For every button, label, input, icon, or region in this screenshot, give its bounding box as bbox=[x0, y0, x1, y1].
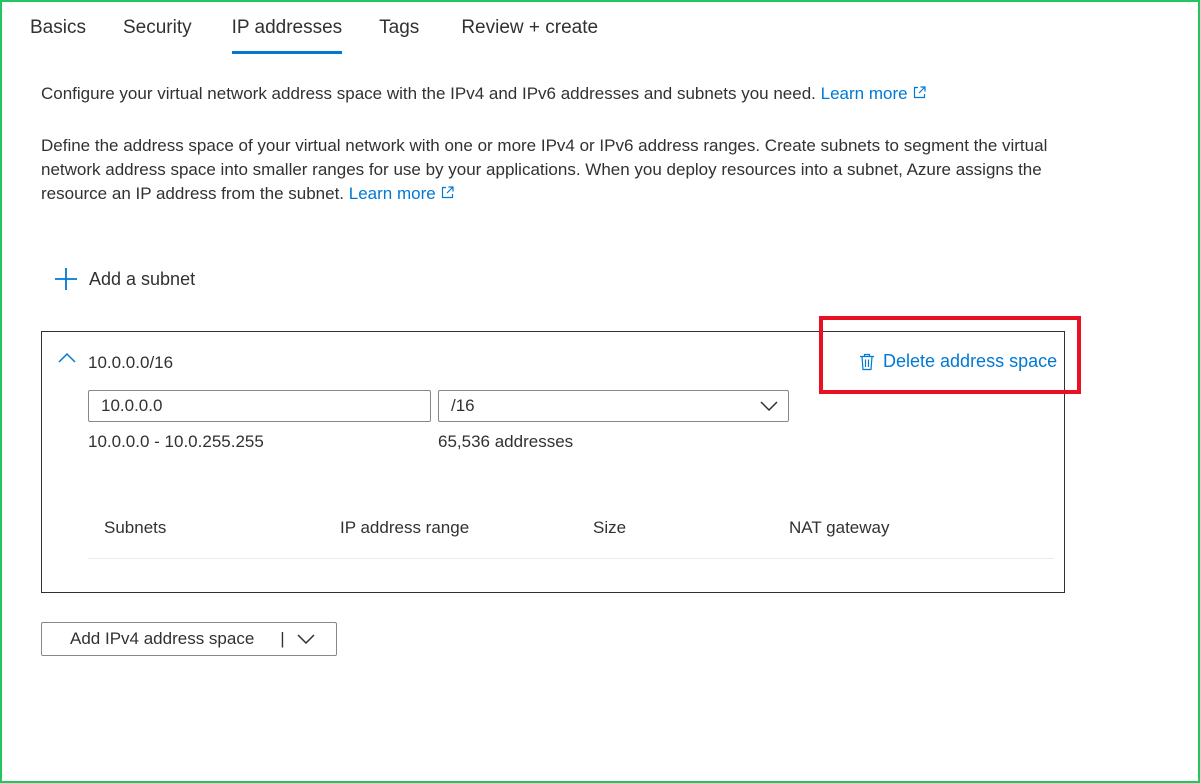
column-header-size: Size bbox=[593, 518, 627, 537]
chevron-down-icon[interactable] bbox=[297, 634, 315, 644]
description-learn-more-label: Learn more bbox=[348, 184, 436, 203]
external-link-icon bbox=[441, 186, 454, 199]
trash-icon bbox=[860, 353, 874, 370]
description-learn-more-link[interactable]: Learn more bbox=[349, 184, 454, 203]
tab-tags[interactable]: Tags bbox=[379, 14, 419, 54]
chevron-down-icon bbox=[760, 401, 778, 411]
description-paragraph: Define the address space of your virtual… bbox=[41, 134, 1081, 206]
chevron-up-icon[interactable] bbox=[58, 352, 76, 364]
description-text: Define the address space of your virtual… bbox=[41, 136, 1048, 203]
column-header-ip-range: IP address range bbox=[340, 518, 470, 537]
address-space-title: 10.0.0.0/16 bbox=[88, 353, 174, 372]
table-header-divider bbox=[88, 558, 1054, 559]
intro-learn-more-label: Learn more bbox=[820, 84, 908, 103]
tab-ip-addresses[interactable]: IP addresses bbox=[231, 14, 342, 54]
delete-address-space-label: Delete address space bbox=[883, 351, 1058, 371]
ip-address-input[interactable] bbox=[88, 390, 431, 422]
add-ipv4-address-space-button[interactable]: Add IPv4 address space | bbox=[41, 622, 337, 656]
address-space-card: 10.0.0.0/16 Delete address space /16 10.… bbox=[41, 331, 1065, 593]
split-separator: | bbox=[280, 629, 285, 648]
add-ipv4-label: Add IPv4 address space bbox=[70, 629, 255, 648]
cidr-prefix-value: /16 bbox=[451, 396, 475, 415]
address-count-text: 65,536 addresses bbox=[438, 432, 574, 451]
address-range-text: 10.0.0.0 - 10.0.255.255 bbox=[88, 432, 264, 451]
intro-paragraph: Configure your virtual network address s… bbox=[41, 82, 926, 106]
intro-learn-more-link[interactable]: Learn more bbox=[821, 84, 926, 103]
intro-text: Configure your virtual network address s… bbox=[41, 84, 816, 103]
column-header-subnets: Subnets bbox=[104, 518, 167, 537]
tab-basics[interactable]: Basics bbox=[30, 14, 86, 54]
column-header-nat-gateway: NAT gateway bbox=[789, 518, 890, 537]
add-subnet-label: Add a subnet bbox=[89, 268, 196, 289]
tab-security[interactable]: Security bbox=[123, 14, 192, 54]
add-subnet-button[interactable]: Add a subnet bbox=[54, 266, 195, 292]
cidr-prefix-select[interactable]: /16 bbox=[438, 390, 789, 422]
delete-address-space-button[interactable]: Delete address space bbox=[859, 351, 1057, 372]
tab-review-create[interactable]: Review + create bbox=[461, 14, 598, 54]
external-link-icon bbox=[913, 86, 926, 99]
tab-bar: Basics Security IP addresses Tags Review… bbox=[30, 14, 598, 54]
plus-icon bbox=[55, 268, 77, 290]
